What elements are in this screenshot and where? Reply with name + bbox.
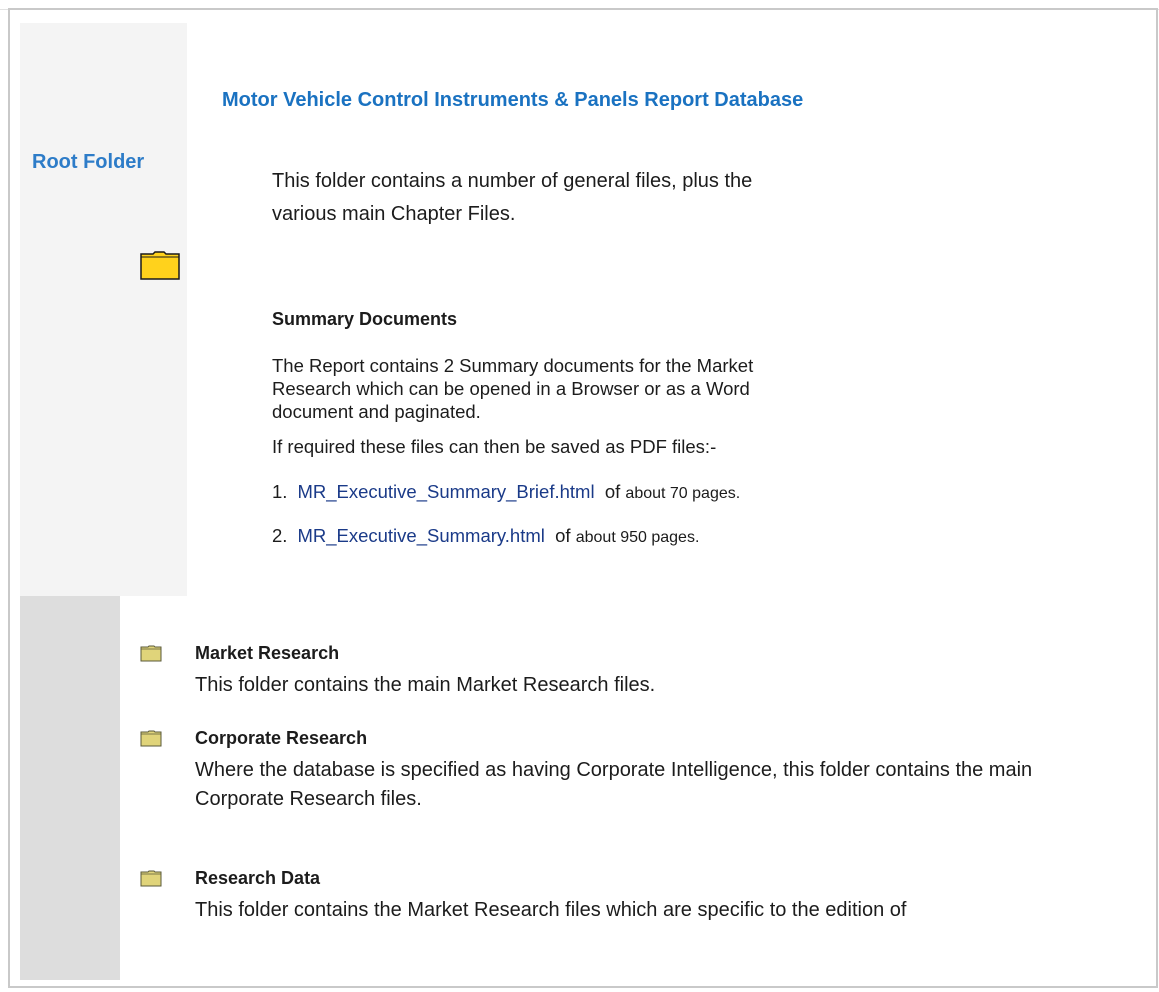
folder-description: This folder contains the Market Research…	[195, 899, 907, 921]
summary-heading: Summary Documents	[272, 309, 458, 329]
folder-icon	[140, 251, 180, 280]
list-item: 1. MR_Executive_Summary_Brief.html of abo…	[272, 481, 740, 503]
summary-brief-link[interactable]: MR_Executive_Summary_Brief.html	[297, 481, 594, 502]
page-title: Motor Vehicle Control Instruments & Pane…	[222, 89, 804, 111]
root-folder-label: Root Folder	[32, 151, 145, 173]
page-count: about 70 pages.	[625, 485, 741, 502]
summary-full-link[interactable]: MR_Executive_Summary.html	[297, 525, 544, 546]
pdf-note: If required these files can then be save…	[272, 436, 717, 457]
folder-name: Research Data	[195, 868, 321, 888]
list-item: 2. MR_Executive_Summary.html of about 950…	[272, 525, 699, 547]
folder-icon	[140, 730, 162, 747]
folder-name: Market Research	[195, 643, 340, 663]
folder-description: This folder contains the main Market Res…	[195, 674, 656, 696]
summary-body: The Report contains 2 Summary documents …	[272, 355, 754, 422]
list-number: 2.	[272, 525, 288, 546]
folder-name: Corporate Research	[195, 728, 368, 748]
folder-description: Where the database is specified as havin…	[195, 759, 1033, 810]
folder-icon	[140, 645, 162, 662]
of-label: of	[604, 481, 621, 502]
intro-text: This folder contains a number of general…	[272, 170, 753, 225]
sidebar-panel	[20, 23, 187, 596]
folder-icon	[140, 870, 162, 887]
sidebar-panel-lower	[20, 596, 120, 980]
page-count: about 950 pages.	[575, 529, 700, 546]
list-number: 1.	[272, 481, 288, 502]
of-label: of	[555, 525, 571, 546]
